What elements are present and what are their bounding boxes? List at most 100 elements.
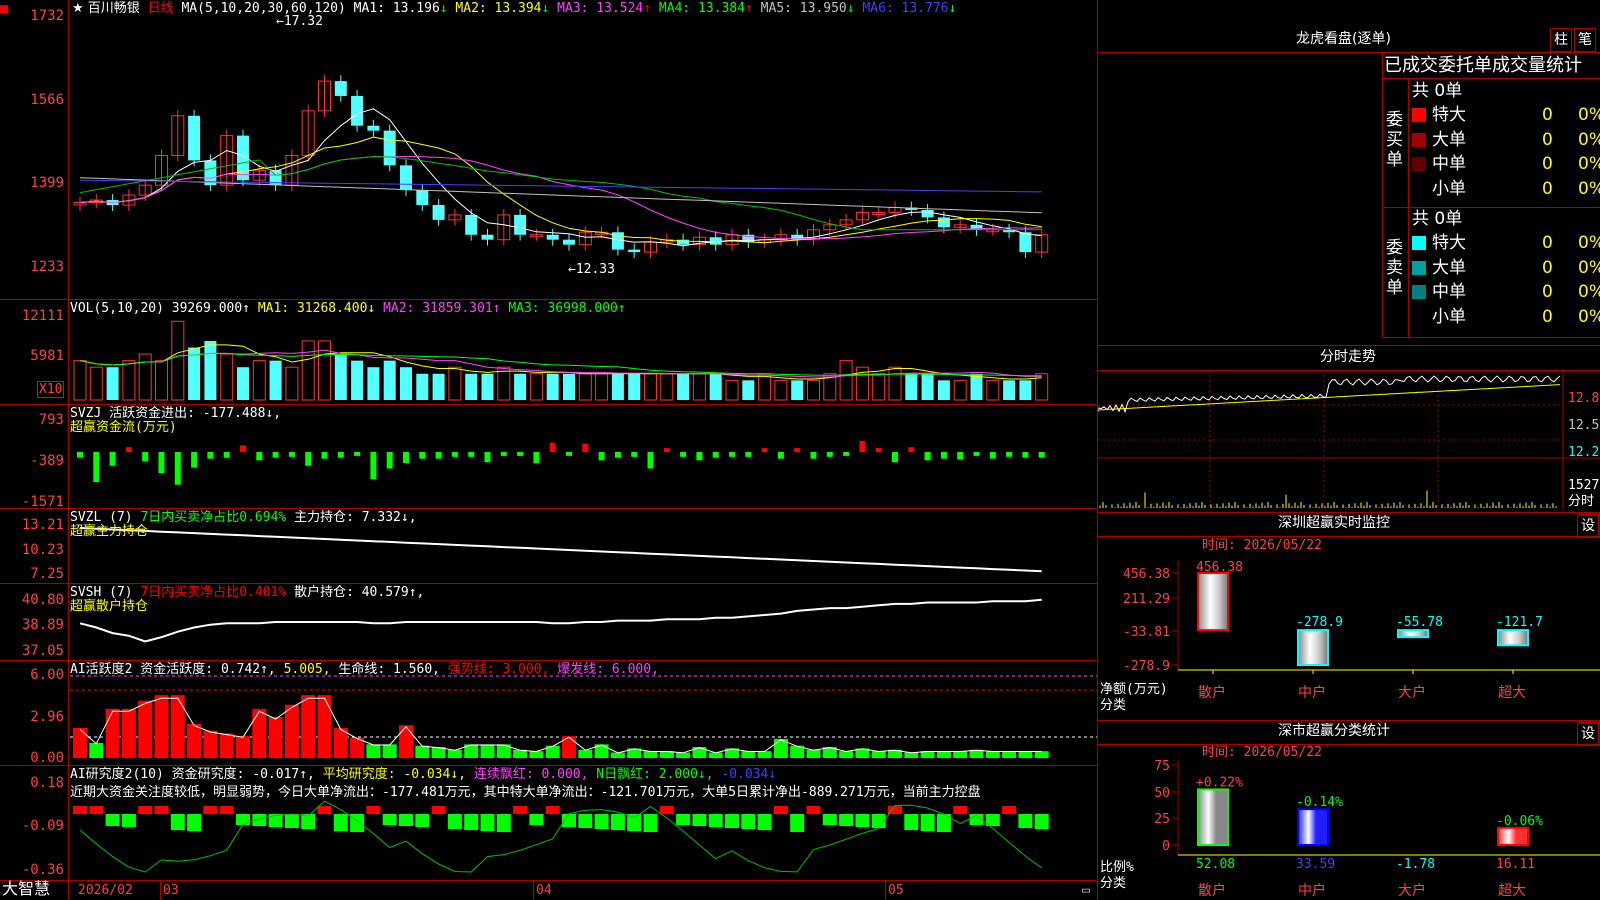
- candle-body: [416, 190, 429, 206]
- dragon-tab-header[interactable]: 已成交委托单成交量统计: [1384, 55, 1582, 77]
- research-bar: [170, 814, 185, 830]
- activity-bar: [399, 725, 413, 758]
- research-bar: [1034, 814, 1049, 829]
- lock-icon[interactable]: ▭: [1082, 883, 1090, 898]
- research-bar: [284, 814, 299, 828]
- activity-bar: [757, 751, 772, 758]
- research-bar: [252, 814, 267, 826]
- vol-ma2: MA2: 31859.301↑: [383, 301, 501, 316]
- period-label[interactable]: 日线: [148, 1, 174, 16]
- chart-canvas: [70, 75, 1097, 873]
- flow-bar: [403, 452, 409, 464]
- research-bar: [105, 814, 120, 826]
- volume-bar: [252, 360, 266, 401]
- tick-mode-button[interactable]: 笔: [1574, 28, 1596, 52]
- order-count: 0: [1542, 129, 1553, 150]
- research-bar: [187, 814, 202, 831]
- flow-bar: [761, 448, 768, 452]
- ma-items: MA1: 13.196↓ MA2: 13.394↓ MA3: 13.524↑ M…: [354, 1, 957, 16]
- price-y-label: 1399: [30, 175, 64, 191]
- vol-y-label: 12111: [21, 308, 64, 324]
- volume-bar: [742, 380, 755, 400]
- order-count: 0: [1542, 257, 1553, 278]
- volume-bar: [791, 380, 804, 400]
- research-bar: [366, 806, 381, 814]
- chart-area[interactable]: ■ ★ 百川畅银 日线 MA(5,10,20,30,60,120) MA1: 1…: [0, 0, 1098, 900]
- svsh-ratio: 7日内买卖净占比0.401%: [140, 585, 287, 600]
- volume-bar: [383, 360, 396, 400]
- high-marker: ←17.32: [276, 14, 323, 29]
- ai2-title: AI研究度2(10) 资金研究度: -0.017↑,: [70, 767, 315, 782]
- volume-bar: [595, 373, 609, 401]
- order-type: 中单: [1432, 282, 1466, 302]
- mainforce-line: [79, 527, 1042, 573]
- volume-bar: [546, 373, 559, 400]
- research-bar: [236, 814, 250, 825]
- ma-item: MA3: 13.524↑: [549, 1, 652, 16]
- monitor-y-label: 211.29: [1123, 592, 1170, 607]
- research-bar: [1002, 806, 1017, 814]
- volume-bar: [986, 379, 1000, 401]
- activity-bar: [708, 752, 723, 758]
- ai2-y-label: -0.09: [21, 818, 64, 834]
- flow-bar: [386, 452, 393, 469]
- classify-bar: [1497, 826, 1529, 847]
- flow-bar: [892, 452, 898, 463]
- activity-bar: [871, 751, 886, 758]
- volume-bar: [921, 373, 934, 400]
- volume-bar: [416, 373, 429, 400]
- flow-bar: [973, 452, 980, 456]
- ma-arrow: ↓: [439, 1, 448, 16]
- intraday-chart[interactable]: [1098, 370, 1600, 510]
- buy-total: 共 0单: [1412, 81, 1463, 101]
- activity-bar: [480, 744, 495, 758]
- bar-mode-button[interactable]: 柱: [1550, 28, 1572, 52]
- volume-bar: [1019, 380, 1032, 400]
- avg-line: [1098, 384, 1561, 412]
- classify-bar: [1297, 808, 1329, 847]
- research-bar: [496, 814, 511, 832]
- low-value: 12.33: [575, 262, 615, 277]
- flow-bar: [142, 452, 149, 462]
- order-type: 小单: [1432, 178, 1466, 199]
- ai2-last: -0.034↓: [721, 767, 777, 782]
- order-pct: 0%: [1578, 129, 1600, 150]
- monitor-bar: [1397, 629, 1429, 639]
- app-logo: 大智慧: [2, 879, 51, 898]
- ma-arrow: ↑: [745, 1, 753, 16]
- volume-bar: [1003, 380, 1016, 400]
- candle-body: [432, 205, 445, 220]
- volume-bar: [677, 373, 690, 400]
- classify-category: 散户: [1198, 882, 1226, 899]
- research-bar: [822, 814, 837, 825]
- classify-category: 大户: [1398, 882, 1426, 899]
- flow-bar: [631, 452, 638, 457]
- volume-bar: [807, 379, 820, 401]
- activity-bar: [138, 700, 153, 758]
- classify-xlabel: 分类: [1100, 876, 1127, 891]
- ai1-y-label: 0.00: [30, 750, 64, 766]
- volume-bar: [709, 373, 722, 400]
- activity-bar: [284, 704, 299, 758]
- ai2-comment: 近期大资金关注度较低，明显弱势，今日大单净流出：-177.481万元，其中特大单…: [70, 785, 981, 800]
- svzl-hold: 主力持仓: 7.332↓,: [294, 510, 417, 525]
- flow-bar: [777, 452, 784, 459]
- ai2-avg: 平均研究度: -0.034↓,: [322, 767, 466, 782]
- order-type: 大单: [1432, 257, 1466, 278]
- svsh-y-label: 38.89: [21, 617, 64, 633]
- xaxis-label: 2026/02: [78, 883, 133, 898]
- volume-bar: [220, 353, 234, 401]
- research-bar: [447, 814, 462, 829]
- intraday-y-label: 12.89: [1568, 391, 1600, 406]
- flow-bar: [843, 452, 850, 456]
- activity-bar: [203, 730, 218, 758]
- activity-bar: [676, 752, 691, 758]
- classify-value: 52.08: [1196, 857, 1235, 872]
- monitor-bar-value: -278.9: [1296, 615, 1343, 630]
- activity-bar: [529, 751, 544, 758]
- classify-value: -1.78: [1396, 857, 1435, 872]
- color-swatch: [1412, 260, 1426, 275]
- research-bar: [203, 806, 218, 814]
- flow-bar: [1022, 452, 1029, 458]
- activity-bar: [610, 752, 625, 758]
